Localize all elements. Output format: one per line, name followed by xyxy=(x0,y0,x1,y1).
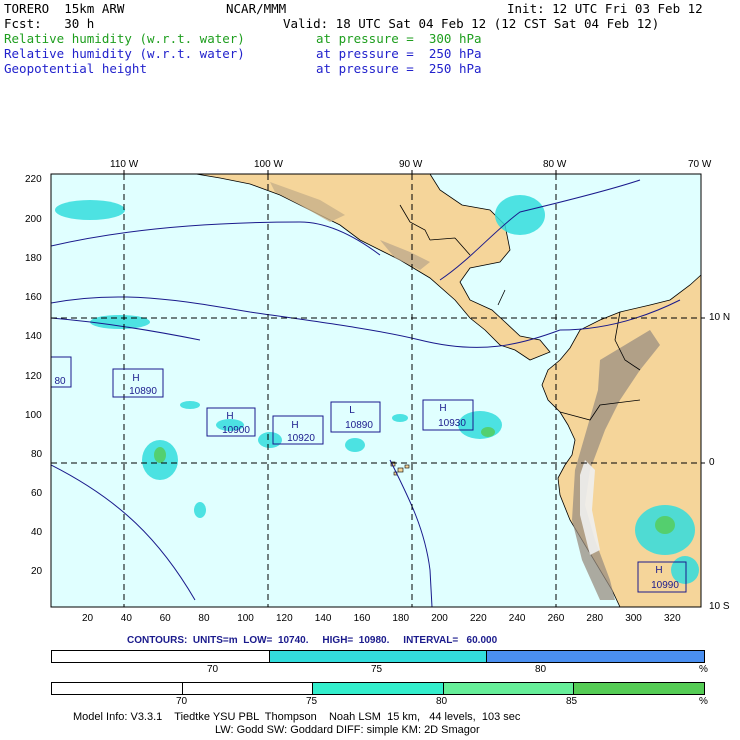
svg-text:H: H xyxy=(439,403,446,414)
x-grid-tick: 140 xyxy=(314,613,332,624)
svg-text:10900: 10900 xyxy=(222,425,250,436)
svg-text:10890: 10890 xyxy=(129,386,157,397)
x-grid-tick: 100 xyxy=(237,613,254,624)
colorbar-1-seg xyxy=(487,651,705,662)
y-grid-tick: 160 xyxy=(25,292,42,303)
x-grid-tick: 200 xyxy=(431,613,448,624)
svg-text:10990: 10990 xyxy=(651,580,679,591)
x-grid-tick: 160 xyxy=(353,613,371,624)
colorbar-2-label: 80 xyxy=(436,696,448,707)
lon-tick: 110 W xyxy=(110,159,139,170)
x-grid-tick: 220 xyxy=(470,613,487,624)
svg-text:10920: 10920 xyxy=(287,433,315,444)
colorbar-1-unit: % xyxy=(699,664,708,675)
svg-text:L: L xyxy=(349,405,355,416)
y-grid-tick: 80 xyxy=(31,449,43,460)
y-grid-tick: 20 xyxy=(31,566,43,577)
weather-map: H 10890 H 10900 H 10920 L 10890 H 10930 … xyxy=(50,170,705,608)
svg-text:80: 80 xyxy=(54,376,66,387)
x-grid-tick: 120 xyxy=(276,613,293,624)
y-grid-tick: 140 xyxy=(25,331,42,342)
lon-tick: 100 W xyxy=(254,159,283,170)
lat-tick: 0 xyxy=(709,457,715,468)
lon-tick: 80 W xyxy=(543,159,567,170)
svg-text:10890: 10890 xyxy=(345,420,373,431)
y-grid-tick: 60 xyxy=(31,488,43,499)
x-grid-tick: 40 xyxy=(120,613,132,624)
colorbar-2-seg xyxy=(313,683,444,694)
colorbar-2-seg xyxy=(443,683,575,694)
y-grid-tick: 200 xyxy=(25,214,42,225)
colorbar-2-unit: % xyxy=(699,696,708,707)
x-grid-tick: 320 xyxy=(664,613,681,624)
colorbar-2-label: 75 xyxy=(306,696,318,707)
lon-tick: 90 W xyxy=(399,159,423,170)
model-info: Model Info: V3.3.1 Tiedtke YSU PBL Thomp… xyxy=(73,711,521,723)
contours-info: CONTOURS: UNITS=m LOW= 10740. HIGH= 1098… xyxy=(127,635,498,646)
colorbar-1-seg xyxy=(269,651,488,662)
x-grid-tick: 80 xyxy=(198,613,210,624)
colorbar-2-seg xyxy=(574,683,704,694)
physics-info: LW: Godd SW: Goddard DIFF: simple KM: 2D… xyxy=(215,724,480,736)
x-grid-tick: 280 xyxy=(586,613,604,624)
colorbar-2-label: 70 xyxy=(176,696,188,707)
lon-tick: 70 W xyxy=(688,159,712,170)
x-grid-tick: 60 xyxy=(159,613,171,624)
colorbar-1-label: 75 xyxy=(371,664,383,675)
colorbar-2-seg xyxy=(182,683,314,694)
svg-text:H: H xyxy=(226,411,233,422)
svg-text:H: H xyxy=(655,565,662,576)
y-grid-tick: 120 xyxy=(25,371,42,382)
y-grid-tick: 100 xyxy=(25,410,42,421)
y-grid-tick: 180 xyxy=(25,253,42,264)
x-grid-tick: 180 xyxy=(392,613,410,624)
colorbar-2-seg xyxy=(52,683,183,694)
lat-tick: 10 N xyxy=(709,312,731,323)
x-grid-tick: 300 xyxy=(625,613,642,624)
svg-text:H: H xyxy=(132,373,139,384)
colorbar-2 xyxy=(51,682,705,695)
colorbar-2-label: 85 xyxy=(566,696,578,707)
y-grid-tick: 220 xyxy=(25,174,42,185)
lat-tick: 10 S xyxy=(709,601,730,612)
svg-text:H: H xyxy=(291,420,298,431)
colorbar-1-seg xyxy=(52,651,270,662)
colorbar-1-label: 80 xyxy=(535,664,547,675)
x-grid-tick: 20 xyxy=(82,613,94,624)
colorbar-1-label: 70 xyxy=(207,664,219,675)
x-grid-tick: 240 xyxy=(508,613,526,624)
svg-text:10930: 10930 xyxy=(438,418,466,429)
colorbar-1 xyxy=(51,650,705,663)
y-grid-tick: 40 xyxy=(31,527,43,538)
x-grid-tick: 260 xyxy=(547,613,565,624)
